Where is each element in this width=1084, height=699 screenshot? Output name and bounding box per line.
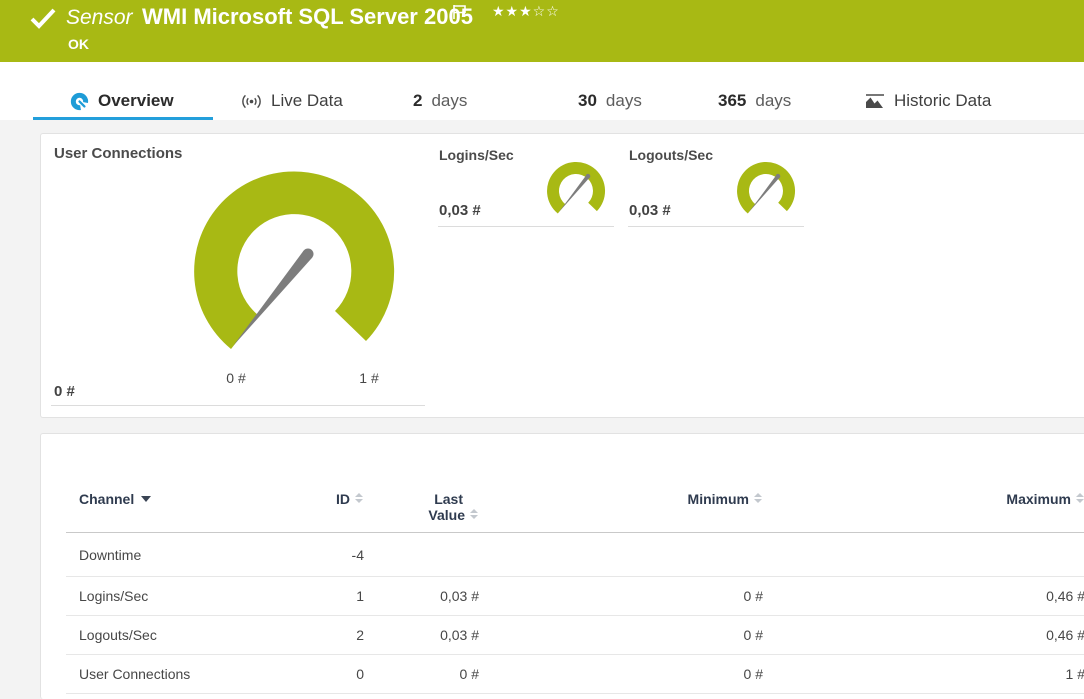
tab-historic-data-label: Historic Data — [894, 91, 991, 111]
column-header-last-value[interactable]: Last Value — [364, 479, 479, 533]
tab-overview[interactable]: Overview — [70, 91, 174, 111]
channel-name[interactable]: Downtime — [66, 533, 236, 577]
main-gauge-scale-min: 0 # — [206, 370, 266, 386]
tab-365-days-unit: days — [755, 91, 791, 111]
sort-desc-caret-icon — [141, 496, 151, 502]
divider — [628, 226, 804, 227]
column-header-channel-label: Channel — [79, 491, 134, 507]
tab-30-days-number: 30 — [578, 91, 597, 111]
sensor-header: Sensor WMI Microsoft SQL Server 2005 ★★★… — [0, 0, 1084, 62]
gauges-card: User Connections 0 # 1 # 0 # Logins/Sec … — [40, 133, 1084, 418]
channel-last-value: 0,03 # — [364, 577, 479, 616]
channel-maximum: 1 # — [763, 655, 1084, 694]
column-header-id[interactable]: ID — [236, 479, 364, 533]
channel-minimum: 0 # — [479, 577, 763, 616]
prtg-sensor-page: Sensor WMI Microsoft SQL Server 2005 ★★★… — [0, 0, 1084, 699]
divider — [51, 405, 425, 406]
channel-minimum: 0 # — [479, 655, 763, 694]
tab-2-days-unit: days — [431, 91, 467, 111]
table-row[interactable]: Downtime -4 — [66, 533, 1084, 577]
table-row[interactable]: User Connections 0 0 # 0 # 1 # — [66, 655, 1084, 694]
logins-gauge — [546, 161, 606, 221]
tab-365-days[interactable]: 365 days — [718, 91, 791, 111]
logins-gauge-title: Logins/Sec — [439, 147, 514, 163]
main-gauge-title: User Connections — [54, 145, 182, 162]
logouts-gauge — [736, 161, 796, 221]
sort-updown-icon — [355, 493, 364, 503]
column-header-minimum[interactable]: Minimum — [479, 479, 763, 533]
column-header-minimum-label: Minimum — [688, 491, 749, 507]
channel-maximum: 0,46 # — [763, 577, 1084, 616]
column-header-value-label: Value — [428, 507, 465, 523]
tab-historic-data[interactable]: Historic Data — [865, 91, 991, 111]
column-header-maximum-label: Maximum — [1006, 491, 1071, 507]
tab-live-data[interactable]: Live Data — [241, 91, 343, 111]
channel-last-value — [364, 533, 479, 577]
channels-card: Channel ID Last Value Minimum Maximum — [40, 433, 1084, 699]
channel-id: 1 — [236, 577, 364, 616]
tab-30-days[interactable]: 30 days — [578, 91, 642, 111]
tab-365-days-number: 365 — [718, 91, 746, 111]
column-header-channel[interactable]: Channel — [66, 479, 236, 533]
channel-table: Channel ID Last Value Minimum Maximum — [66, 479, 1084, 694]
channel-name[interactable]: Logins/Sec — [66, 577, 236, 616]
active-tab-underline — [33, 117, 213, 120]
channel-last-value: 0,03 # — [364, 616, 479, 655]
sort-updown-icon — [754, 493, 763, 503]
sensor-type-label: Sensor — [66, 6, 133, 30]
logins-gauge-value: 0,03 # — [439, 202, 481, 219]
channel-name[interactable]: User Connections — [66, 655, 236, 694]
status-badge: OK — [68, 36, 89, 52]
channel-maximum — [763, 533, 1084, 577]
channel-maximum: 0,46 # — [763, 616, 1084, 655]
table-row[interactable]: Logins/Sec 1 0,03 # 0 # 0,46 # — [66, 577, 1084, 616]
tab-overview-label: Overview — [98, 91, 174, 111]
table-header-row: Channel ID Last Value Minimum Maximum — [66, 479, 1084, 533]
star-rating[interactable]: ★★★☆☆ — [492, 4, 560, 20]
flag-icon[interactable] — [452, 4, 468, 20]
logouts-gauge-value: 0,03 # — [629, 202, 671, 219]
main-gauge-scale-max: 1 # — [339, 370, 399, 386]
stars-empty: ☆☆ — [533, 4, 560, 20]
gauge-icon — [70, 92, 89, 111]
channel-id: 0 — [236, 655, 364, 694]
table-row[interactable]: Logouts/Sec 2 0,03 # 0 # 0,46 # — [66, 616, 1084, 655]
column-header-last-label: Last — [364, 491, 479, 507]
sort-updown-icon — [470, 509, 479, 519]
column-header-id-label: ID — [336, 491, 350, 507]
tab-live-data-label: Live Data — [271, 91, 343, 111]
area-chart-icon — [865, 92, 885, 110]
page-title: WMI Microsoft SQL Server 2005 — [142, 4, 473, 30]
channel-minimum: 0 # — [479, 616, 763, 655]
tab-2-days[interactable]: 2 days — [413, 91, 467, 111]
tab-2-days-number: 2 — [413, 91, 422, 111]
main-gauge-value: 0 # — [54, 383, 75, 400]
tab-30-days-unit: days — [606, 91, 642, 111]
channel-name[interactable]: Logouts/Sec — [66, 616, 236, 655]
logouts-gauge-title: Logouts/Sec — [629, 147, 713, 163]
sort-updown-icon — [1076, 493, 1084, 503]
channel-last-value: 0 # — [364, 655, 479, 694]
divider — [438, 226, 614, 227]
channel-minimum — [479, 533, 763, 577]
column-header-maximum[interactable]: Maximum — [763, 479, 1084, 533]
tab-bar: Overview Live Data 2 days 30 days 365 da… — [0, 62, 1084, 120]
channel-id: -4 — [236, 533, 364, 577]
status-check-icon — [29, 8, 57, 30]
channel-id: 2 — [236, 616, 364, 655]
stars-filled: ★★★ — [492, 4, 533, 20]
broadcast-icon — [241, 92, 262, 111]
